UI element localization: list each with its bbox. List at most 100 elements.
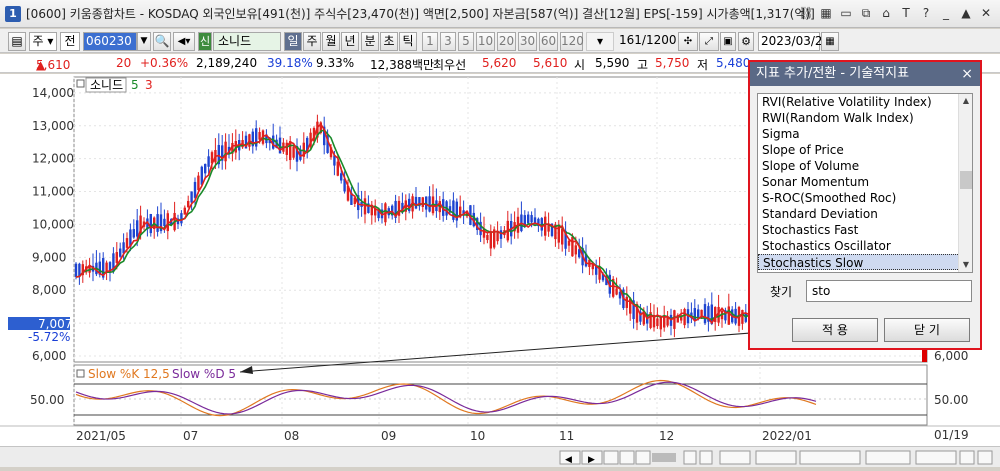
scroll-down-icon[interactable]: ▼	[959, 258, 972, 272]
tools-icon[interactable]	[799, 450, 861, 465]
credit-badge[interactable]: 신	[198, 32, 212, 51]
titlebar-icons: ⛓ ▦ ▭ ⧉ ⌂ T ? _ ▲ ✕	[798, 5, 994, 21]
indicator-list-item[interactable]: Sigma	[758, 126, 972, 142]
interval-1-button[interactable]: 1	[422, 32, 438, 51]
find-input[interactable]: sto	[806, 280, 972, 302]
stock-code-input[interactable]: 060230	[83, 32, 137, 51]
open-price: 5,590	[595, 56, 630, 70]
indicator-list[interactable]: RVI(Relative Volatility Index) RWI(Random…	[757, 93, 973, 273]
interval-30-button[interactable]: 30	[518, 32, 537, 51]
dialog-close-icon[interactable]: ×	[961, 62, 973, 86]
help-icon[interactable]: ?	[918, 5, 934, 21]
market-select[interactable]: 주 ▾	[29, 32, 57, 51]
link-icon[interactable]: ⛓	[798, 5, 814, 21]
next-icon[interactable]	[635, 450, 651, 465]
pin-icon[interactable]: ⌂	[878, 5, 894, 21]
indicator-list-item[interactable]: Sonar Momentum	[758, 174, 972, 190]
candle-body	[428, 196, 431, 212]
window-icon[interactable]: ▭	[838, 5, 854, 21]
stop-icon[interactable]	[619, 450, 635, 465]
list-scrollbar[interactable]: ▲ ▼	[958, 94, 972, 272]
calendar-icon[interactable]: ▦	[821, 32, 839, 51]
settings-gear-icon[interactable]: ⚙	[738, 32, 754, 51]
indicator-list-item[interactable]: RWI(Random Walk Index)	[758, 110, 972, 126]
period-minute-tab[interactable]: 분	[361, 32, 379, 51]
indicator-list-item[interactable]: S-ROC(Smoothed Roc)	[758, 190, 972, 206]
interval-10-button[interactable]: 10	[476, 32, 495, 51]
compare-icon[interactable]	[755, 450, 797, 465]
all-filter-select[interactable]: 전	[60, 32, 80, 51]
scroll-thumb[interactable]	[960, 171, 972, 189]
save-icon[interactable]: ▣	[720, 32, 736, 51]
position-slider[interactable]	[652, 453, 676, 462]
close-icon[interactable]: ✕	[978, 5, 994, 21]
period-day-tab[interactable]: 일	[284, 32, 302, 51]
indicator-list-item[interactable]: Stochastics Oscillator	[758, 238, 972, 254]
indicator-list-item[interactable]: Stochastics Fast	[758, 222, 972, 238]
stoch-right-tick: 50.00	[934, 393, 968, 407]
current-pct-label: -5.72%	[28, 330, 70, 344]
interval-5-button[interactable]: 5	[458, 32, 474, 51]
legend-stock-name: 소니드	[90, 78, 123, 92]
search-icon[interactable]: 🔍	[153, 32, 171, 51]
dialog-title: 지표 추가/전환 - 기술적지표 ×	[750, 62, 980, 86]
zoom-out-icon[interactable]	[683, 450, 697, 465]
interval-120-button[interactable]: 120	[560, 32, 584, 51]
count-field[interactable]: 161/1200	[619, 32, 677, 51]
apply-button[interactable]: 적 용	[792, 318, 878, 342]
sound-icon[interactable]: ◀▾	[173, 32, 195, 51]
best-ask-label: 최우선	[433, 58, 467, 72]
date-input[interactable]: 2023/03/20	[758, 32, 830, 51]
interval-3-button[interactable]: 3	[440, 32, 456, 51]
indicator-dialog[interactable]: 지표 추가/전환 - 기술적지표 × RVI(Relative Volatili…	[748, 60, 982, 350]
indicator-list-item[interactable]: Slope of Price	[758, 142, 972, 158]
print-icon[interactable]	[915, 450, 957, 465]
period-month-tab[interactable]: 월	[322, 32, 340, 51]
indicator-list-item[interactable]: Stoch RSI	[758, 270, 972, 272]
plus-icon[interactable]	[959, 450, 975, 465]
interval-20-button[interactable]: 20	[497, 32, 516, 51]
interval-custom-select[interactable]: ▾	[586, 32, 614, 51]
candle-body	[615, 288, 618, 295]
text-tool-icon[interactable]: T	[898, 5, 914, 21]
period-tick-tab[interactable]: 틱	[399, 32, 417, 51]
candle-body	[207, 156, 210, 167]
copy-icon[interactable]: ⧉	[858, 5, 874, 21]
scroll-up-icon[interactable]: ▲	[959, 94, 972, 108]
date-axis-label: 2021/05	[76, 429, 126, 443]
price-tick-label: 8,000	[32, 283, 66, 297]
candle-body	[125, 238, 129, 248]
minus-icon[interactable]	[977, 450, 993, 465]
view-toggle-icon[interactable]	[719, 450, 751, 465]
period-year-tab[interactable]: 년	[341, 32, 359, 51]
indicator-list-item[interactable]: Standard Deviation	[758, 206, 972, 222]
candle-body	[258, 132, 261, 140]
period-second-tab[interactable]: 초	[380, 32, 398, 51]
zoom-icon[interactable]: ⤢	[699, 32, 719, 51]
price-tick-label: 11,000	[32, 185, 74, 199]
indicator-list-item[interactable]: Stochastics Slow	[758, 254, 972, 270]
code-dropdown-icon[interactable]: ▼	[137, 32, 151, 51]
window-number-badge[interactable]: 1	[5, 5, 21, 22]
grid-icon[interactable]: ▦	[818, 5, 834, 21]
close-button[interactable]: 닫 기	[884, 318, 970, 342]
maximize-icon[interactable]: ▲	[958, 5, 974, 21]
grid-toggle-icon[interactable]: ▤	[8, 32, 26, 51]
indicator-list-item[interactable]: RVI(Relative Volatility Index)	[758, 94, 972, 110]
stock-name-field[interactable]: 소니드	[213, 32, 281, 51]
period-week-tab[interactable]: 주	[303, 32, 321, 51]
crosshair-icon[interactable]: ✣	[678, 32, 698, 51]
indicator-list-item[interactable]: Slope of Volume	[758, 158, 972, 174]
interval-60-button[interactable]: 60	[539, 32, 558, 51]
layout-icon[interactable]	[865, 450, 911, 465]
chart-toolbar: ▤ 주 ▾ 전 060230 ▼ 🔍 ◀▾ 신 소니드 일 주 월 년 분 초 …	[0, 29, 1000, 53]
candle-body	[673, 310, 676, 329]
high-price: 5,750	[655, 56, 690, 70]
right-axis-label: 6,000	[934, 349, 968, 363]
minimize-icon[interactable]: _	[938, 5, 954, 21]
zoom-in-icon[interactable]	[699, 450, 713, 465]
volume: 2,189,240	[196, 56, 258, 70]
play-icon[interactable]	[603, 450, 619, 465]
candle-body	[136, 220, 139, 237]
date-right-label: 01/19	[934, 428, 969, 442]
